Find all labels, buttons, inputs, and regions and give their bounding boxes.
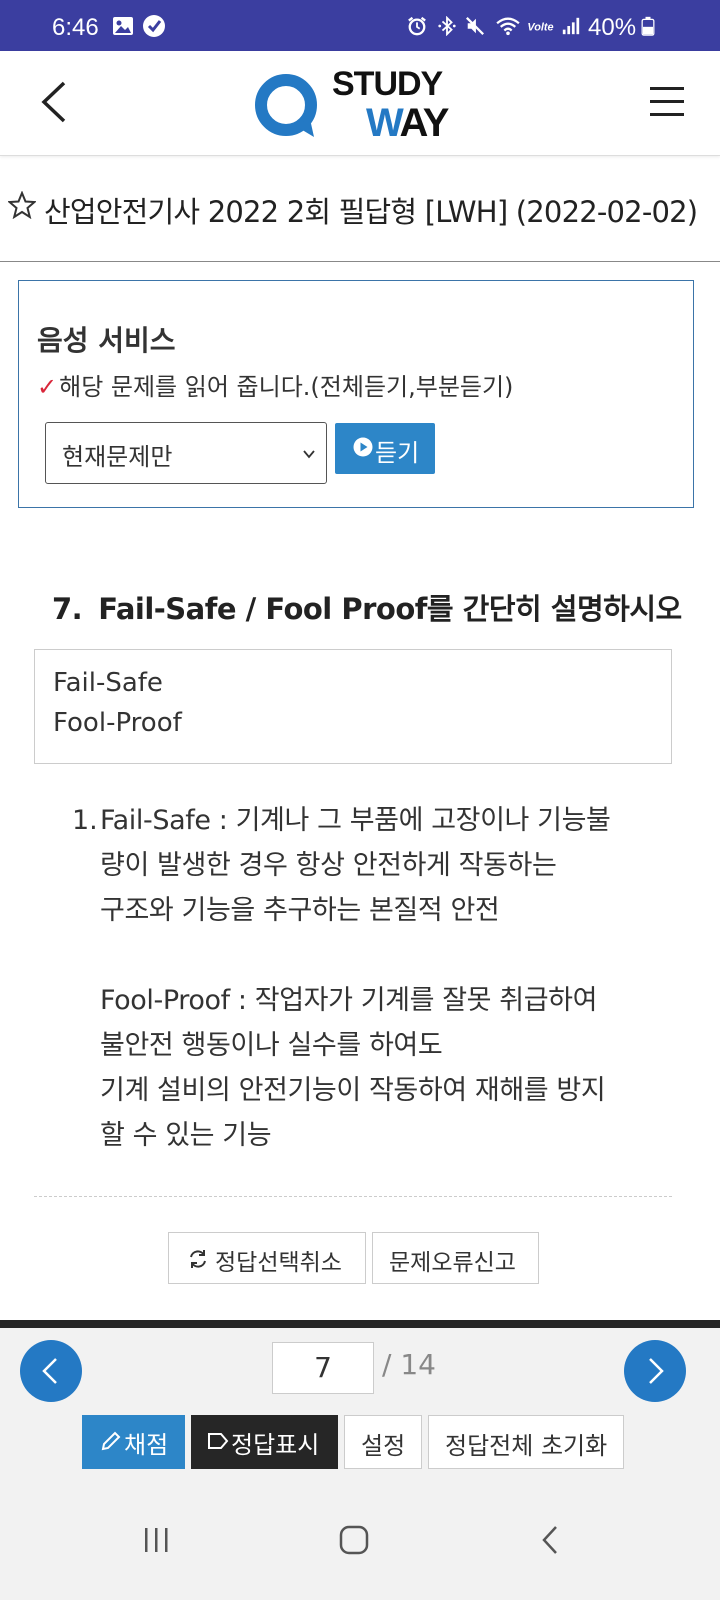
question-number: 7. xyxy=(52,592,83,626)
previous-question-button[interactable] xyxy=(20,1340,82,1402)
app-header: STUDY WAY xyxy=(0,51,720,156)
recent-apps-icon[interactable] xyxy=(142,1524,172,1556)
answer-line: 불안전 행동이나 실수를 하여도 xyxy=(100,1030,443,1061)
page-total: / 14 xyxy=(382,1348,436,1381)
answer-line: Fool-Proof : 작업자가 기계를 잘못 취급하여 xyxy=(100,985,598,1016)
answer-line xyxy=(100,933,680,978)
logo-q-icon xyxy=(255,74,317,137)
tag-icon xyxy=(208,1433,229,1449)
exam-title-row: 산업안전기사 2022 2회 필답형 [LWH] (2022-02-02) xyxy=(0,175,720,262)
volte-icon: Volte xyxy=(527,22,553,34)
page-number-input[interactable]: 7 xyxy=(272,1342,374,1394)
read-mode-select[interactable]: 현재문제만 xyxy=(45,422,327,484)
logo-text-way: WAY xyxy=(366,101,449,145)
exam-title: 산업안전기사 2022 2회 필답형 [LWH] (2022-02-02) xyxy=(44,195,698,229)
answer-line: 량이 발생한 경우 항상 안전하게 작동하는 xyxy=(100,850,557,881)
answer-body: Fail-Safe : 기계나 그 부품에 고장이나 기능불 량이 발생한 경우… xyxy=(100,798,680,1158)
show-answer-button[interactable]: 정답표시 xyxy=(191,1415,338,1469)
signal-icon xyxy=(562,17,580,35)
report-error-button[interactable]: 문제오류신고 xyxy=(372,1232,539,1284)
logo-text-study: STUDY xyxy=(332,65,443,103)
hint-line: Fool-Proof xyxy=(53,708,182,738)
hint-line: Fail-Safe xyxy=(53,668,163,698)
grade-button[interactable]: 채점 xyxy=(82,1415,185,1469)
listen-button[interactable]: 듣기 xyxy=(335,423,435,474)
studyway-logo[interactable]: STUDY WAY xyxy=(254,65,494,145)
hint-box: Fail-Safe Fool-Proof xyxy=(34,649,672,764)
back-arrow-icon[interactable] xyxy=(36,79,76,125)
check-badge-icon xyxy=(143,15,165,37)
gallery-icon xyxy=(113,17,133,35)
listen-label: 듣기 xyxy=(375,439,420,467)
answer-line: 구조와 기능을 추구하는 본질적 안전 xyxy=(100,895,500,926)
reset-all-button[interactable]: 정답전체 초기화 xyxy=(428,1415,624,1469)
refresh-icon xyxy=(190,1250,206,1268)
grade-label: 채점 xyxy=(124,1431,169,1459)
settings-label: 설정 xyxy=(361,1432,406,1460)
battery-percent: 40% xyxy=(588,14,637,41)
chevron-left-icon xyxy=(42,1358,57,1384)
divider xyxy=(34,1196,672,1197)
mute-icon xyxy=(466,17,484,35)
nav-back-icon[interactable] xyxy=(538,1524,562,1556)
answer-line: 기계 설비의 안전기능이 작동하여 재해를 방지 xyxy=(100,1075,606,1106)
status-time: 6:46 xyxy=(52,14,99,41)
answer-line: 할 수 있는 기능 xyxy=(100,1120,272,1151)
home-icon[interactable] xyxy=(338,1524,370,1556)
reset-selection-button[interactable]: 정답선택취소 xyxy=(168,1232,366,1284)
answer-number: 1. xyxy=(72,805,98,836)
reset-selection-label: 정답선택취소 xyxy=(215,1250,342,1276)
alarm-icon xyxy=(408,16,426,36)
wifi-icon xyxy=(496,17,520,36)
voice-service-title: 음성 서비스 xyxy=(37,324,176,357)
system-navigation-bar xyxy=(0,1500,720,1600)
hamburger-menu-icon[interactable] xyxy=(648,83,688,121)
settings-button[interactable]: 설정 xyxy=(344,1415,422,1469)
favorite-star-icon[interactable] xyxy=(8,191,36,219)
battery-icon xyxy=(641,16,655,36)
reset-all-label: 정답전체 초기화 xyxy=(445,1432,608,1460)
bluetooth-icon xyxy=(438,16,456,36)
svg-text:Volte: Volte xyxy=(527,22,553,34)
pencil-icon xyxy=(101,1431,121,1451)
answer-line: Fail-Safe : 기계나 그 부품에 고장이나 기능불 xyxy=(100,805,611,836)
status-bar: 6:46 Volte 40% xyxy=(0,0,720,51)
voice-service-panel: 음성 서비스 ✓해당 문제를 읽어 줍니다.(전체듣기,부분듣기) 현재문제만 … xyxy=(18,280,694,508)
read-mode-selected-value: 현재문제만 xyxy=(62,443,173,471)
voice-service-description: ✓해당 문제를 읽어 줍니다.(전체듣기,부분듣기) xyxy=(37,373,514,401)
show-answer-label: 정답표시 xyxy=(231,1431,320,1459)
next-question-button[interactable] xyxy=(624,1340,686,1402)
check-icon: ✓ xyxy=(37,373,58,401)
question-text: 7. Fail-Safe / Fool Proof를 간단히 설명하시오 xyxy=(52,592,682,626)
chevron-down-icon xyxy=(303,450,315,459)
play-circle-icon xyxy=(353,437,373,457)
chevron-right-icon xyxy=(649,1358,664,1384)
report-error-label: 문제오류신고 xyxy=(389,1250,516,1276)
